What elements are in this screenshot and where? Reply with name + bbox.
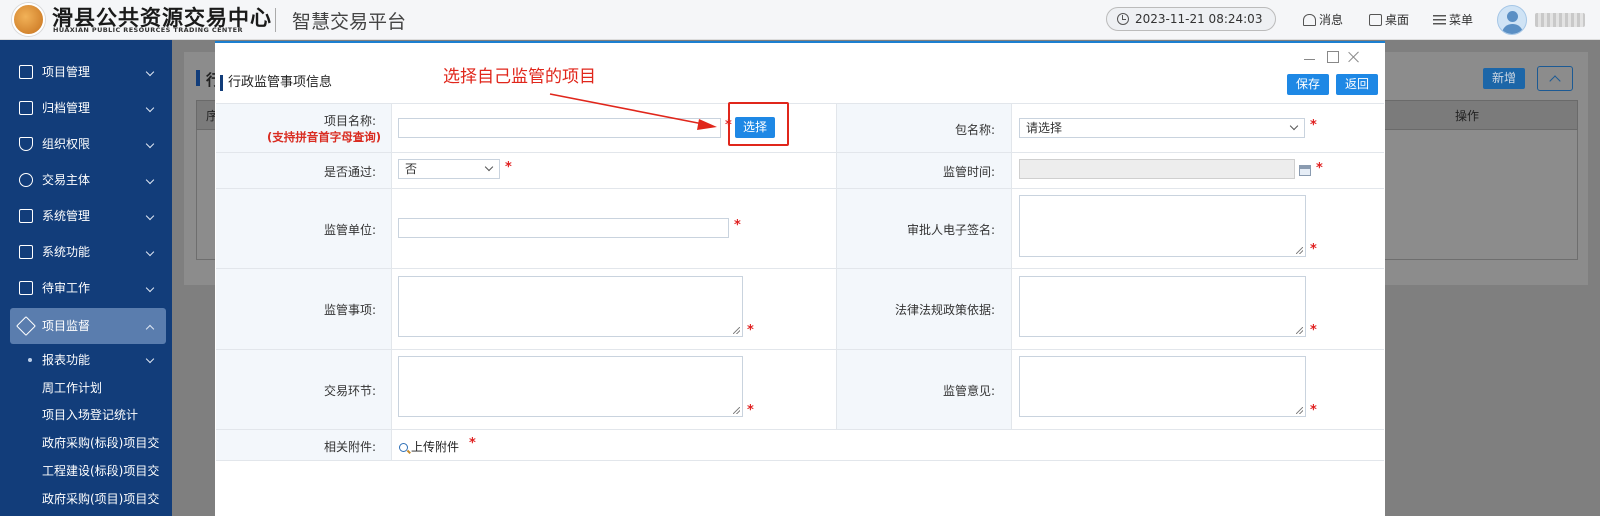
annotation-arrow <box>549 93 717 130</box>
